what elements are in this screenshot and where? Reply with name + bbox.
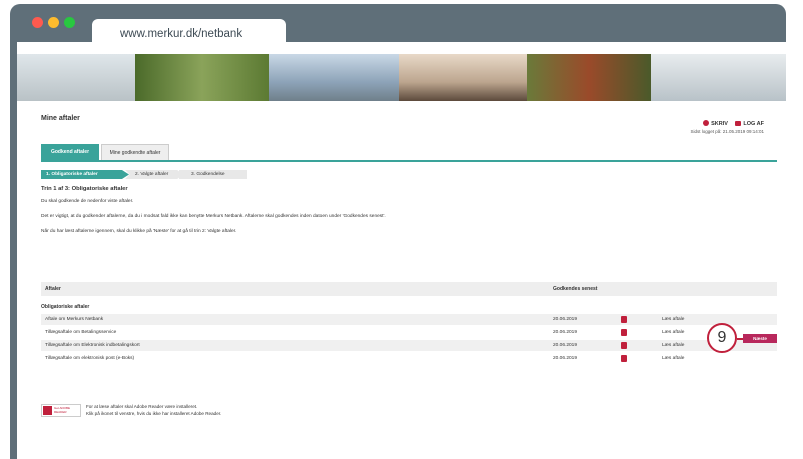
intro-paragraph-2: Det er vigtigt, at du godkender aftalern…: [41, 214, 386, 219]
column-agreements: Aftaler: [45, 286, 61, 292]
approve-by-date: 20.06.2019: [553, 356, 578, 361]
adobe-pdf-icon: [43, 406, 52, 415]
banner-houses-image: [269, 54, 399, 101]
tab-my-approved-agreements[interactable]: Mine godkendte aftaler: [101, 144, 169, 160]
table-row: Tillægsaftale om Elektronisk indbetaling…: [41, 340, 777, 351]
step-callout-badge: 9: [707, 323, 737, 353]
table-row: Tillægsaftale om elektronisk post (e-Bok…: [41, 353, 777, 364]
agreement-name: Tillægsaftale om Betalingsservice: [45, 330, 117, 335]
page-content: Mine aftaler SKRIV LOG AF Sidst logget p…: [17, 42, 786, 459]
column-approve-by: Godkendes senest: [553, 286, 598, 292]
tab-bar: Godkend aftaler Mine godkendte aftaler: [41, 143, 777, 162]
banner-office-image: [651, 54, 786, 101]
adobe-reader-logo[interactable]: Get ADOBE READER: [41, 404, 81, 417]
logout-link[interactable]: LOG AF: [735, 121, 764, 127]
approve-by-date: 20.06.2019: [553, 317, 578, 322]
tab-approve-agreements[interactable]: Godkend aftaler: [41, 144, 99, 160]
write-link[interactable]: SKRIV: [703, 120, 728, 127]
pdf-icon[interactable]: [621, 342, 627, 349]
top-links: SKRIV LOG AF: [697, 120, 764, 127]
read-agreement-link[interactable]: Læs aftale: [662, 353, 684, 364]
banner-market-image: [527, 54, 651, 101]
banner-windmills-image: [17, 54, 135, 101]
table-row: Tillægsaftale om Betalingsservice 20.06.…: [41, 327, 777, 338]
pdf-icon[interactable]: [621, 355, 627, 362]
agreement-name: Aftale om Merkurs Netbank: [45, 317, 104, 322]
step-3: 3. Godkendelse: [179, 170, 247, 179]
header-banner: [17, 54, 786, 101]
adobe-logo-text: Get ADOBE READER: [54, 406, 71, 414]
approve-by-date: 20.06.2019: [553, 343, 578, 348]
agreements-table-header: Aftaler Godkendes senest: [41, 282, 777, 296]
last-login-text: Sidst logget på: 21.05.2019 09:14:01: [690, 129, 764, 134]
read-agreement-link[interactable]: Læs aftale: [662, 327, 684, 338]
pdf-icon[interactable]: [621, 316, 627, 323]
next-button[interactable]: Næste: [743, 334, 777, 343]
table-row: Aftale om Merkurs Netbank 20.06.2019 Læs…: [41, 314, 777, 325]
write-icon: [703, 120, 710, 126]
minimize-window-dot[interactable]: [48, 17, 59, 28]
agreement-name: Tillægsaftale om Elektronisk indbetaling…: [45, 343, 140, 348]
banner-field-image: [135, 54, 269, 101]
agreement-group-title: Obligatoriske aftaler: [41, 304, 90, 310]
lock-icon: [735, 121, 742, 126]
intro-paragraph-1: Du skal godkende de nedenfor viste aftal…: [41, 199, 134, 204]
close-window-dot[interactable]: [32, 17, 43, 28]
agreement-name: Tillægsaftale om elektronisk post (e-Bok…: [45, 356, 135, 361]
maximize-window-dot[interactable]: [64, 17, 75, 28]
read-agreement-link[interactable]: Læs aftale: [662, 340, 684, 351]
intro-paragraph-3: Når du har læst aftalerne igennem, skal …: [41, 229, 237, 234]
step-2: 2. Valgte aftaler: [125, 170, 183, 179]
step-heading: Trin 1 af 3: Obligatoriske aftaler: [41, 186, 128, 192]
adobe-note-line-2: Klik på ikonet til venstre, hvis du ikke…: [86, 411, 222, 416]
read-agreement-link[interactable]: Læs aftale: [662, 314, 684, 325]
banner-people-image: [399, 54, 527, 101]
approve-by-date: 20.06.2019: [553, 330, 578, 335]
step-1: 1. Obligatoriske aftaler: [41, 170, 129, 179]
pdf-icon[interactable]: [621, 329, 627, 336]
adobe-note-line-1: For at læse aftaler skal Adobe Reader væ…: [86, 404, 198, 409]
page-title: Mine aftaler: [41, 115, 80, 122]
